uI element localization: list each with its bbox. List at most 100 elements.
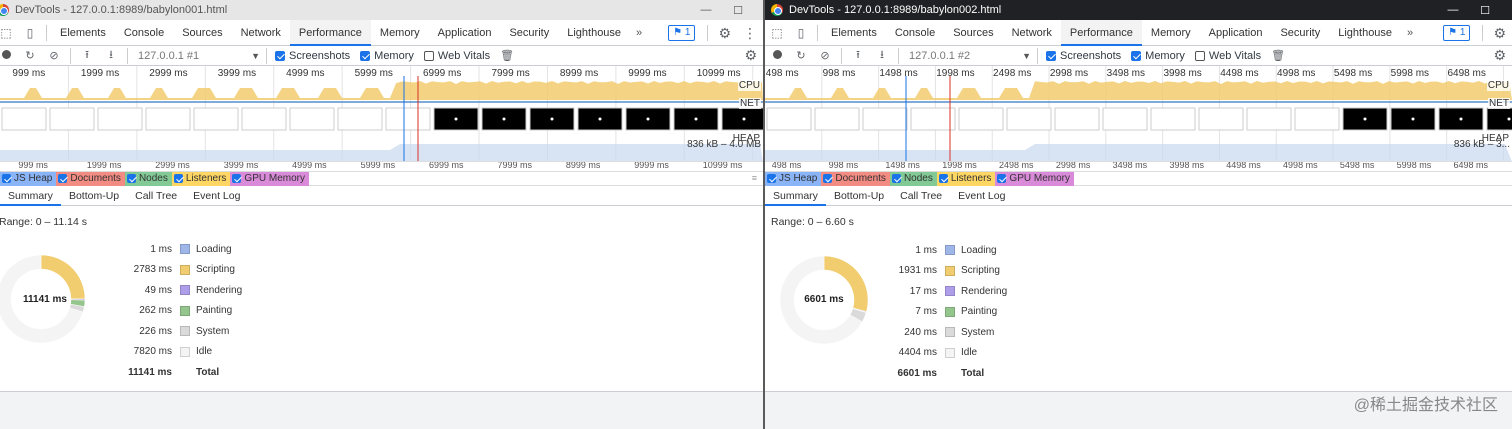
counter-checkbox[interactable] xyxy=(232,174,242,183)
checkbox-box[interactable] xyxy=(1046,50,1056,61)
inspect-element-icon[interactable]: ⬚ xyxy=(765,20,789,46)
tab-elements[interactable]: Elements xyxy=(822,20,886,46)
screenshots-checkbox[interactable]: Screenshots xyxy=(1046,50,1121,62)
tab-security[interactable]: Security xyxy=(500,20,558,46)
net-bar xyxy=(765,101,1512,103)
tab-sources[interactable]: Sources xyxy=(944,20,1002,46)
more-tabs-button[interactable]: » xyxy=(1401,27,1419,39)
checkbox-box[interactable] xyxy=(360,50,371,61)
tab-lighthouse[interactable]: Lighthouse xyxy=(1329,20,1401,46)
details-tab-summary[interactable]: Summary xyxy=(765,186,826,206)
tab-network[interactable]: Network xyxy=(1003,20,1061,46)
counter-checkbox[interactable] xyxy=(58,174,68,183)
maximize-button[interactable]: ☐ xyxy=(1469,4,1501,17)
tab-performance[interactable]: Performance xyxy=(289,19,371,46)
details-tab-summary[interactable]: Summary xyxy=(0,186,61,206)
inspect-element-icon[interactable]: ⬚ xyxy=(0,20,18,46)
collect-garbage-icon[interactable]: 🗑 xyxy=(1271,49,1285,62)
details-tab-bottom-up[interactable]: Bottom-Up xyxy=(826,186,892,206)
counter-gpu-memory[interactable]: GPU Memory xyxy=(230,171,309,186)
screenshot-dot xyxy=(454,117,458,121)
collect-garbage-icon[interactable]: 🗑 xyxy=(500,49,514,62)
settings-gear-icon[interactable]: ⚙ xyxy=(1487,25,1512,42)
tab-memory[interactable]: Memory xyxy=(371,20,429,46)
counter-checkbox[interactable] xyxy=(891,174,901,183)
resize-grip-icon[interactable]: ≡ xyxy=(752,173,757,183)
timeline-overview[interactable]: 999 ms 1999 ms 2999 ms 3999 ms 4999 ms 5999 m… xyxy=(0,66,763,162)
capture-settings-gear-icon[interactable]: ⚙ xyxy=(1487,47,1512,64)
checkbox-box[interactable] xyxy=(1131,50,1142,61)
tab-console[interactable]: Console xyxy=(886,20,944,46)
tab-lighthouse[interactable]: Lighthouse xyxy=(558,20,630,46)
timeline-overview[interactable]: 498 ms 998 ms 1498 ms 1998 ms 2498 ms 2998 ms… xyxy=(765,66,1512,162)
load-profile-icon[interactable]: ⭱ xyxy=(75,46,99,65)
tab-console[interactable]: Console xyxy=(115,20,173,46)
tab-sources[interactable]: Sources xyxy=(173,20,231,46)
counter-checkbox[interactable] xyxy=(823,174,833,183)
overview-tick: 998 ms xyxy=(822,68,856,79)
screenshots-checkbox[interactable]: Screenshots xyxy=(275,50,350,62)
counter-checkbox[interactable] xyxy=(126,174,136,183)
clear-icon[interactable]: ⊘ xyxy=(813,49,837,62)
more-menu-icon[interactable]: ⋮ xyxy=(737,25,763,42)
details-tab-event-log[interactable]: Event Log xyxy=(185,186,248,206)
memory-checkbox[interactable]: Memory xyxy=(360,50,414,62)
checkbox-box[interactable] xyxy=(275,50,285,61)
web-vitals-checkbox[interactable]: Web Vitals xyxy=(1194,50,1261,62)
device-toolbar-icon[interactable]: ▯ xyxy=(789,20,813,46)
tab-performance[interactable]: Performance xyxy=(1060,19,1142,46)
more-tabs-button[interactable]: » xyxy=(630,27,648,39)
save-profile-icon[interactable]: ⭳ xyxy=(99,46,123,65)
tab-network[interactable]: Network xyxy=(232,20,290,46)
donut-total: 6601 ms xyxy=(804,294,844,305)
device-toolbar-icon[interactable]: ▯ xyxy=(18,20,42,46)
counter-checkbox[interactable] xyxy=(2,174,11,183)
counter-nodes[interactable]: Nodes xyxy=(124,171,172,186)
record-button[interactable] xyxy=(0,49,18,62)
checkbox-box[interactable] xyxy=(1194,50,1205,61)
settings-gear-icon[interactable]: ⚙ xyxy=(712,25,737,42)
counter-listeners[interactable]: Listeners xyxy=(936,171,996,186)
details-tab-call-tree[interactable]: Call Tree xyxy=(892,186,950,206)
reload-record-icon[interactable]: ↻ xyxy=(789,49,813,62)
counter-checkbox[interactable] xyxy=(997,174,1007,183)
tab-elements[interactable]: Elements xyxy=(51,20,115,46)
counter-nodes[interactable]: Nodes xyxy=(889,171,937,186)
issues-badge[interactable]: ⚑ 1 xyxy=(668,25,696,41)
details-tab-bottom-up[interactable]: Bottom-Up xyxy=(61,186,127,206)
profile-select[interactable]: 127.0.0.1 #1 ▼ xyxy=(132,50,262,62)
counter-checkbox[interactable] xyxy=(767,174,776,183)
maximize-button[interactable]: ☐ xyxy=(722,4,754,17)
counter-js-heap[interactable]: JS Heap xyxy=(765,171,822,186)
record-button[interactable] xyxy=(765,49,789,62)
clear-icon[interactable]: ⊘ xyxy=(42,49,66,62)
minimize-button[interactable]: — xyxy=(690,4,722,16)
screenshot-dot xyxy=(694,117,698,121)
counter-listeners[interactable]: Listeners xyxy=(171,171,231,186)
capture-settings-gear-icon[interactable]: ⚙ xyxy=(738,47,763,64)
memory-checkbox[interactable]: Memory xyxy=(1131,50,1185,62)
tab-application[interactable]: Application xyxy=(429,20,501,46)
tab-application[interactable]: Application xyxy=(1200,20,1272,46)
counter-documents[interactable]: Documents xyxy=(56,171,125,186)
summary-value: 1931 ms xyxy=(898,265,937,276)
profile-select[interactable]: 127.0.0.1 #2 ▼ xyxy=(903,50,1033,62)
counter-js-heap[interactable]: JS Heap xyxy=(0,171,57,186)
details-tab-call-tree[interactable]: Call Tree xyxy=(127,186,185,206)
tab-security[interactable]: Security xyxy=(1271,20,1329,46)
ruler-tick: 6498 ms xyxy=(1453,162,1488,170)
tab-memory[interactable]: Memory xyxy=(1142,20,1200,46)
checkbox-box[interactable] xyxy=(423,50,434,61)
web-vitals-checkbox[interactable]: Web Vitals xyxy=(423,50,490,62)
counter-checkbox[interactable] xyxy=(938,174,948,183)
counter-gpu-memory[interactable]: GPU Memory xyxy=(995,171,1074,186)
save-profile-icon[interactable]: ⭳ xyxy=(870,46,894,65)
details-tab-event-log[interactable]: Event Log xyxy=(950,186,1013,206)
load-profile-icon[interactable]: ⭱ xyxy=(846,46,870,65)
counter-checkbox[interactable] xyxy=(173,174,183,183)
overview-tick: 3498 ms xyxy=(1106,68,1145,79)
counter-documents[interactable]: Documents xyxy=(821,171,890,186)
minimize-button[interactable]: — xyxy=(1437,4,1469,16)
issues-badge[interactable]: ⚑ 1 xyxy=(1443,25,1471,41)
reload-record-icon[interactable]: ↻ xyxy=(18,49,42,62)
